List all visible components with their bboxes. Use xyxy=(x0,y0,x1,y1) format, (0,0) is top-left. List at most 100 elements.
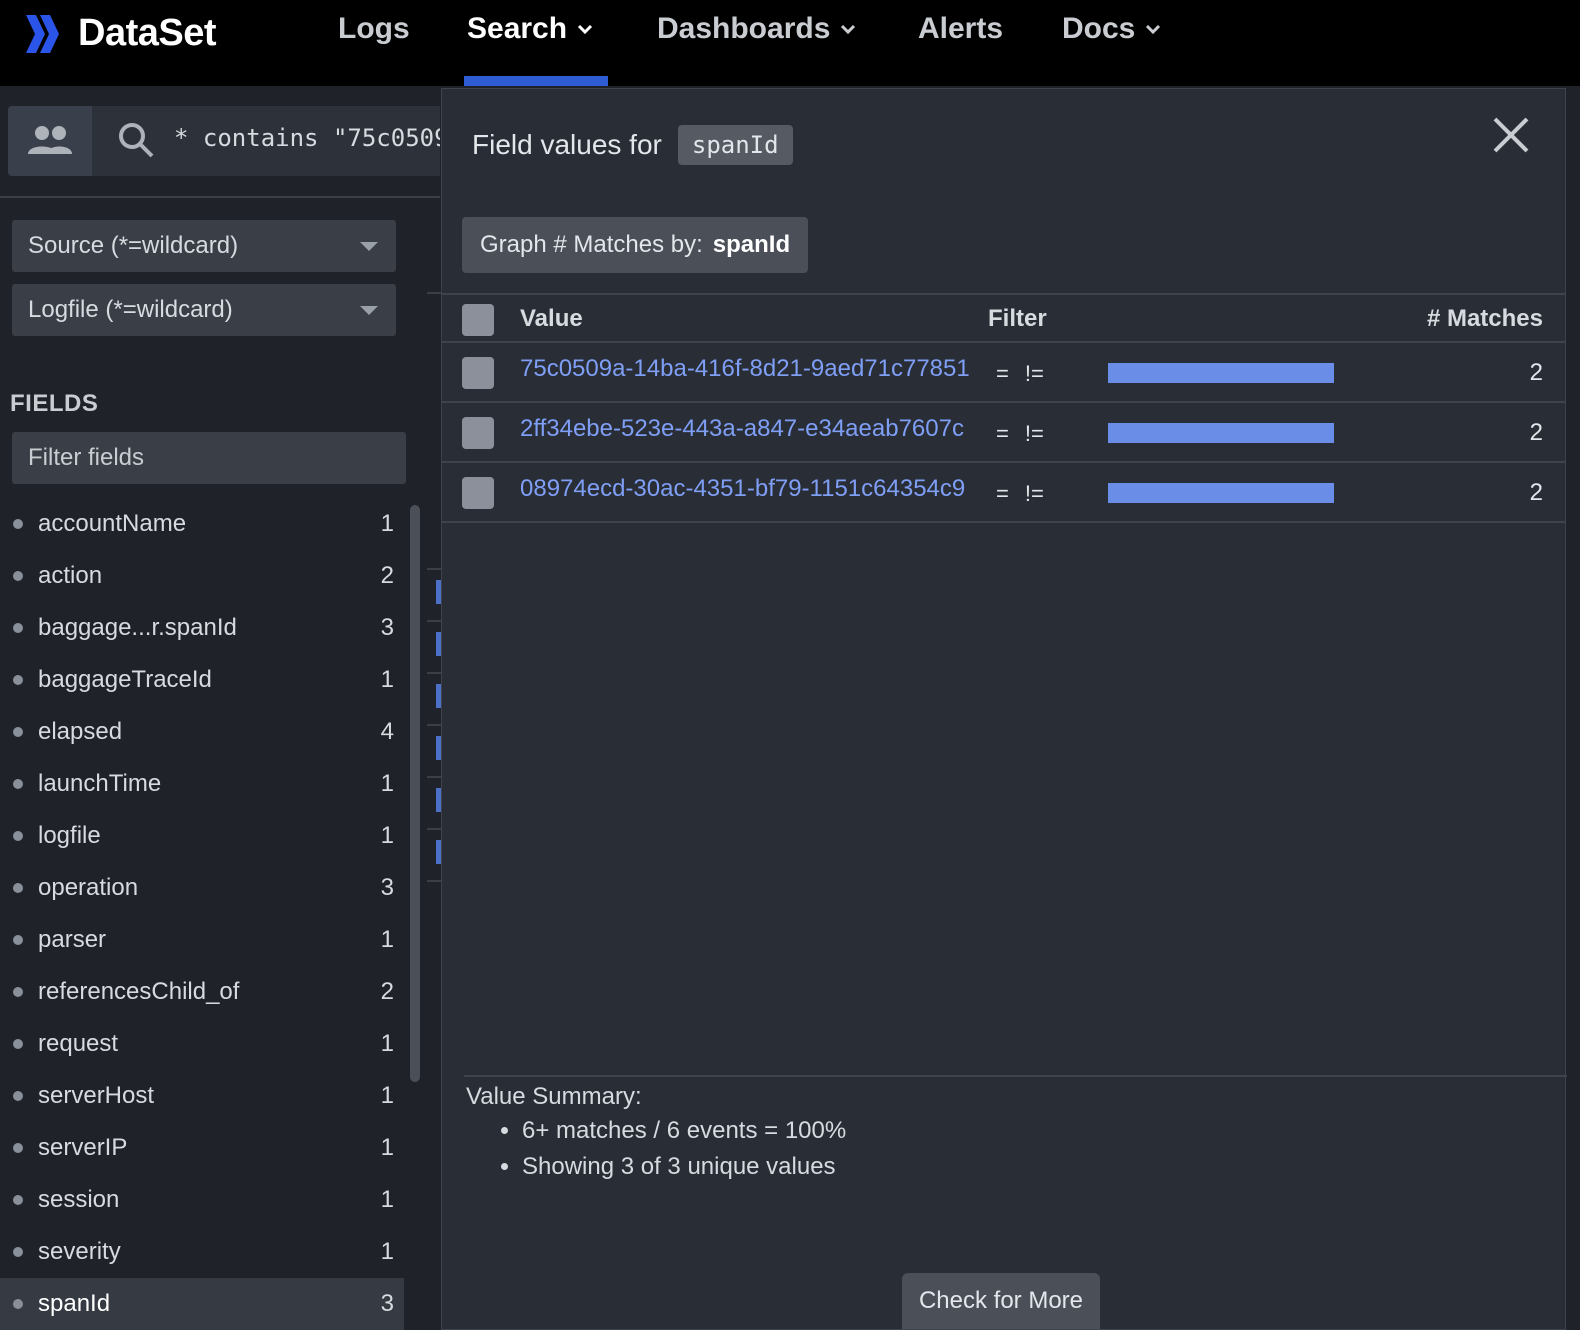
field-item[interactable]: request 1 xyxy=(0,1018,404,1070)
bullet-icon xyxy=(13,987,23,997)
divider xyxy=(427,776,441,778)
caret-down-icon xyxy=(360,306,378,315)
nav-logs[interactable]: Logs xyxy=(338,12,410,46)
field-name: serverIP xyxy=(38,1134,128,1161)
nav-alerts[interactable]: Alerts xyxy=(918,12,1003,46)
value-link[interactable]: 08974ecd-30ac-4351-bf79-1151c64354c9 xyxy=(520,475,965,503)
filter-equals-button[interactable]: = xyxy=(996,421,1009,447)
field-count: 1 xyxy=(380,510,394,537)
filter-equals-button[interactable]: = xyxy=(996,361,1009,387)
table-header: Value Filter # Matches xyxy=(442,293,1565,343)
field-count: 4 xyxy=(380,718,394,745)
filter-fields-input[interactable] xyxy=(12,432,406,484)
graph-matches-button[interactable]: Graph # Matches by: spanId xyxy=(462,217,809,273)
close-icon[interactable] xyxy=(1491,115,1531,155)
field-item[interactable]: baggage...r.spanId 3 xyxy=(0,602,404,654)
bullet-icon xyxy=(13,831,23,841)
values-table: Value Filter # Matches 75c0509a-14ba-416… xyxy=(442,293,1565,523)
source-filter-dropdown[interactable]: Source (*=wildcard) xyxy=(12,220,396,272)
field-name: serverHost xyxy=(38,1082,155,1109)
bullet-icon xyxy=(13,935,23,945)
nav-docs[interactable]: Docs xyxy=(1062,12,1161,46)
field-count: 1 xyxy=(380,1134,394,1161)
filter-not-equals-button[interactable]: != xyxy=(1025,361,1044,387)
field-count: 1 xyxy=(380,1238,394,1265)
value-link[interactable]: 2ff34ebe-523e-443a-a847-e34aeab7607c xyxy=(520,415,964,443)
team-button[interactable] xyxy=(8,106,92,176)
field-item[interactable]: severity 1 xyxy=(0,1226,404,1278)
field-item[interactable]: accountName 1 xyxy=(0,498,404,550)
table-row: 08974ecd-30ac-4351-bf79-1151c64354c9 = !… xyxy=(442,463,1565,523)
field-name: logfile xyxy=(38,822,101,849)
app-name: DataSet xyxy=(78,12,217,54)
row-checkbox[interactable] xyxy=(462,357,494,389)
field-count: 2 xyxy=(380,562,394,589)
match-count: 2 xyxy=(1529,359,1543,386)
field-count: 1 xyxy=(380,666,394,693)
field-item[interactable]: serverHost 1 xyxy=(0,1070,404,1122)
table-row: 75c0509a-14ba-416f-8d21-9aed71c77851 = !… xyxy=(442,343,1565,403)
row-checkbox[interactable] xyxy=(462,417,494,449)
value-summary-title: Value Summary: xyxy=(466,1083,642,1110)
divider xyxy=(427,880,441,882)
nav-docs-label: Docs xyxy=(1062,12,1136,45)
filter-not-equals-button[interactable]: != xyxy=(1025,481,1044,507)
field-count: 1 xyxy=(380,770,394,797)
field-name: elapsed xyxy=(38,718,123,745)
chevron-down-icon xyxy=(578,24,593,35)
chevron-down-icon xyxy=(841,24,856,35)
field-item[interactable]: operation 3 xyxy=(0,862,404,914)
nav-search[interactable]: Search xyxy=(467,12,593,46)
field-name: spanId xyxy=(38,1290,111,1317)
search-bar: * contains "75c0509 xyxy=(8,106,440,176)
filter-not-equals-button[interactable]: != xyxy=(1025,421,1044,447)
field-name: baggage...r.spanId xyxy=(38,614,237,641)
caret-down-icon xyxy=(360,242,378,251)
bullet-icon xyxy=(13,1039,23,1049)
field-item[interactable]: logfile 1 xyxy=(0,810,404,862)
match-count: 2 xyxy=(1529,479,1543,506)
divider xyxy=(464,1075,1567,1077)
field-item[interactable]: action 2 xyxy=(0,550,404,602)
match-count: 2 xyxy=(1529,419,1543,446)
field-name: session xyxy=(38,1186,120,1213)
bullet-icon xyxy=(13,1299,23,1309)
field-item-selected[interactable]: spanId 3 xyxy=(0,1278,404,1330)
field-name: action xyxy=(38,562,103,589)
nav-logs-label: Logs xyxy=(338,12,410,45)
nav-alerts-label: Alerts xyxy=(918,12,1004,45)
select-all-checkbox[interactable] xyxy=(462,304,494,336)
bullet-icon xyxy=(13,675,23,685)
field-item[interactable]: session 1 xyxy=(0,1174,404,1226)
field-item[interactable]: launchTime 1 xyxy=(0,758,404,810)
divider xyxy=(427,292,441,294)
field-name: referencesChild_of xyxy=(38,978,240,1005)
field-item[interactable]: referencesChild_of 2 xyxy=(0,966,404,1018)
dataset-logo[interactable]: DataSet xyxy=(26,12,217,55)
field-count: 1 xyxy=(380,1030,394,1057)
field-list: accountName 1 action 2 baggage...r.spanId 3… xyxy=(0,498,404,1330)
search-query[interactable]: * contains "75c0509 xyxy=(174,124,440,152)
value-link[interactable]: 75c0509a-14ba-416f-8d21-9aed71c77851 xyxy=(520,355,970,383)
top-nav: DataSet Logs Search Dashboards Alerts Do… xyxy=(0,0,1580,86)
field-item[interactable]: baggageTraceId 1 xyxy=(0,654,404,706)
logfile-filter-label: Logfile (*=wildcard) xyxy=(28,296,233,323)
bullet-icon xyxy=(13,1195,23,1205)
filter-ops: = != xyxy=(996,481,1044,507)
field-list-scrollbar[interactable] xyxy=(410,505,420,1082)
logfile-filter-dropdown[interactable]: Logfile (*=wildcard) xyxy=(12,284,396,336)
nav-dashboards[interactable]: Dashboards xyxy=(657,12,856,46)
filter-equals-button[interactable]: = xyxy=(996,481,1009,507)
field-item[interactable]: elapsed 4 xyxy=(0,706,404,758)
filter-ops: = != xyxy=(996,361,1044,387)
field-item[interactable]: parser 1 xyxy=(0,914,404,966)
search-icon xyxy=(119,123,154,158)
bullet-icon xyxy=(13,519,23,529)
field-item[interactable]: serverIP 1 xyxy=(0,1122,404,1174)
bullet-icon xyxy=(13,1091,23,1101)
field-chip: spanId xyxy=(677,125,793,165)
check-for-more-button[interactable]: Check for More xyxy=(902,1273,1100,1329)
field-count: 3 xyxy=(380,1290,394,1317)
field-name: request xyxy=(38,1030,119,1057)
row-checkbox[interactable] xyxy=(462,477,494,509)
